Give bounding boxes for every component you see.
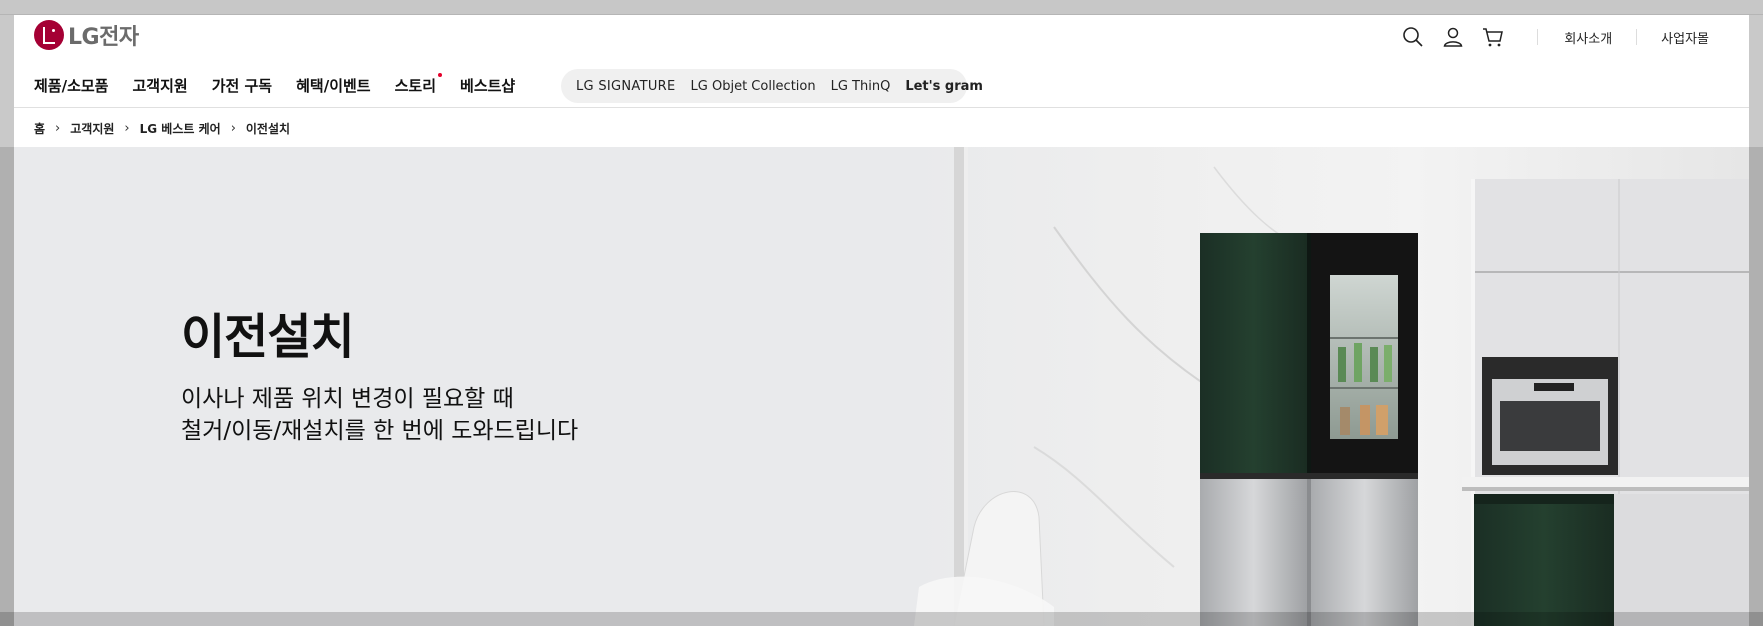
nav-item-support[interactable]: 고객지원: [132, 75, 187, 96]
logo-text: LG전자: [68, 25, 139, 50]
cart-icon[interactable]: [1481, 25, 1505, 49]
page-title: 이전설치: [181, 309, 355, 365]
nav-item-story-label: 스토리: [394, 76, 437, 95]
kitchen-appliance-image: [914, 147, 1749, 626]
nav-item-benefits[interactable]: 혜택/이벤트: [296, 75, 370, 96]
viewport-shade-right: [1749, 147, 1763, 626]
divider: [1636, 29, 1638, 45]
breadcrumb-support[interactable]: 고객지원: [70, 120, 114, 137]
viewport-shade-bottom: [0, 612, 1763, 626]
nav-item-subscription[interactable]: 가전 구독: [212, 75, 272, 96]
company-info-link[interactable]: 회사소개: [1564, 28, 1612, 47]
nav-item-bestshop[interactable]: 베스트샵: [460, 75, 515, 96]
nav-item-story[interactable]: 스토리: [394, 72, 443, 96]
breadcrumb-bestcare[interactable]: LG 베스트 케어: [140, 120, 221, 137]
brand-links: LG SIGNATURE LG Objet Collection LG Thin…: [561, 69, 983, 103]
business-mall-link[interactable]: 사업자몰: [1661, 28, 1709, 47]
breadcrumb-current: 이전설치: [245, 122, 291, 136]
page: LG전자 회사소개 사업자몰 제품/소모품 고객지원 가전 구독 혜택/이벤트 …: [14, 15, 1749, 626]
logo[interactable]: LG전자: [34, 19, 139, 51]
utility-menu: 회사소개 사업자몰: [1385, 21, 1709, 53]
main-nav: 제품/소모품 고객지원 가전 구독 혜택/이벤트 스토리 베스트샵: [34, 65, 539, 105]
site-header: LG전자 회사소개 사업자몰 제품/소모품 고객지원 가전 구독 혜택/이벤트 …: [14, 15, 1749, 108]
viewport-shade-left: [0, 147, 14, 626]
chevron-right-icon: ›: [230, 121, 236, 136]
browser-topbar: [0, 0, 1763, 15]
user-icon[interactable]: [1441, 25, 1465, 49]
hero-desc-line-1: 이사나 제품 위치 변경이 필요할 때: [181, 386, 514, 412]
chevron-right-icon: ›: [124, 121, 130, 136]
breadcrumb-home[interactable]: 홈: [34, 120, 45, 137]
hero-desc-line-2: 철거/이동/재설치를 한 번에 도와드립니다: [181, 418, 579, 444]
brand-gram-link[interactable]: Let's gram: [905, 79, 983, 94]
nav-item-products[interactable]: 제품/소모품: [34, 75, 108, 96]
hero-description: 이사나 제품 위치 변경이 필요할 때 철거/이동/재설치를 한 번에 도와드립…: [181, 383, 578, 447]
divider: [1537, 29, 1539, 45]
brand-objet-link[interactable]: LG Objet Collection: [691, 79, 816, 94]
brand-signature-link[interactable]: LG SIGNATURE: [576, 79, 676, 94]
new-dot-badge: [438, 72, 443, 77]
lg-logo-icon: [34, 20, 64, 50]
brand-thinq-link[interactable]: LG ThinQ: [831, 79, 891, 94]
search-icon[interactable]: [1401, 25, 1425, 49]
hero-banner: 이전설치 이사나 제품 위치 변경이 필요할 때 철거/이동/재설치를 한 번에…: [14, 147, 1749, 626]
breadcrumb: 홈 › 고객지원 › LG 베스트 케어 › 이전설치: [34, 120, 290, 137]
chevron-right-icon: ›: [55, 121, 61, 136]
